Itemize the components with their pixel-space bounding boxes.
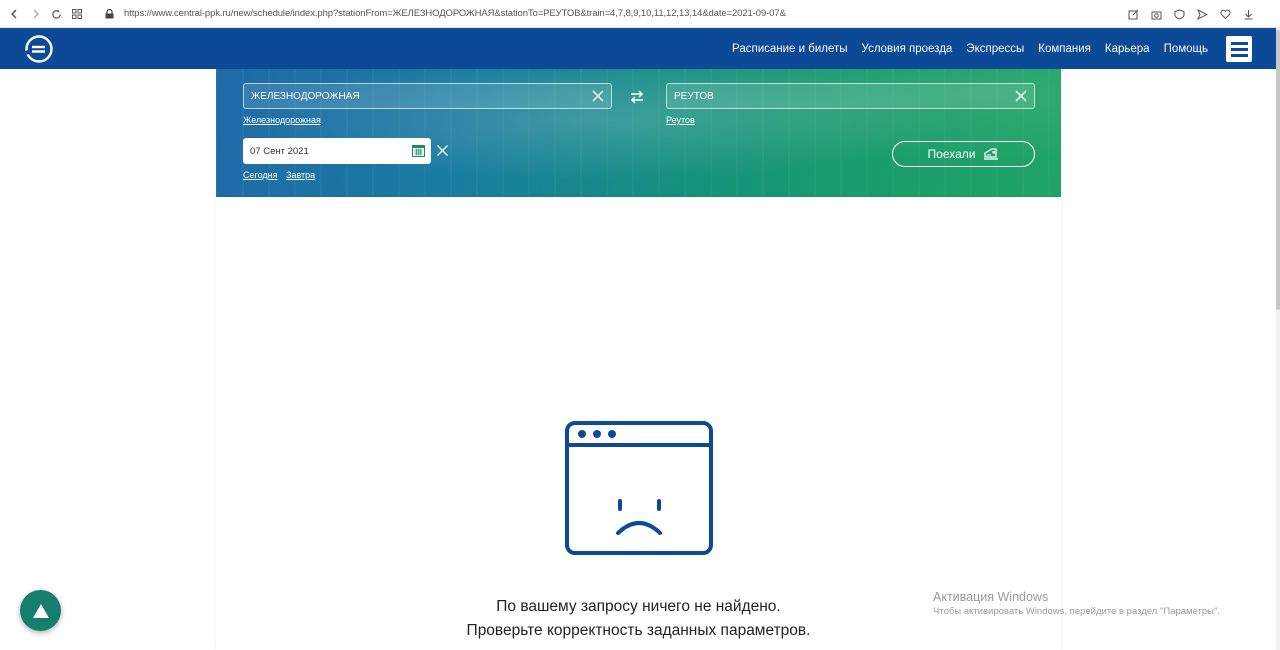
scroll-up-button[interactable] [20,590,61,631]
windows-activation-subtitle: Чтобы активировать Windows, перейдите в … [933,606,1220,617]
arrow-up-icon [32,603,49,618]
shield-icon[interactable] [1171,6,1187,22]
calendar-icon[interactable] [412,144,425,157]
send-icon[interactable] [1194,6,1210,22]
station-from-value: ЖЕЛЕЗНОДОРОЖНАЯ [251,90,360,102]
check-parameters-message: Проверьте корректность заданных параметр… [466,622,811,639]
go-button[interactable]: Поехали [892,141,1035,167]
lock-icon [101,6,117,22]
nav-schedule-tickets[interactable]: Расписание и билеты [732,43,847,55]
heart-icon[interactable] [1217,6,1233,22]
address-bar-url[interactable]: https://www.central-ppk.ru/new/schedule/… [124,8,786,19]
main-nav: Расписание и билеты Условия проезда Эксп… [732,28,1208,69]
company-logo-icon[interactable] [24,34,54,64]
reload-icon[interactable] [48,6,64,22]
tabs-grid-icon[interactable] [69,6,85,22]
windows-activation-title: Активация Windows [933,590,1049,604]
clear-to-icon[interactable] [1014,89,1028,103]
download-icon[interactable] [1240,6,1256,22]
clear-date-icon[interactable] [436,144,449,157]
nav-company[interactable]: Компания [1038,43,1091,55]
search-panel: ЖЕЛЕЗНОДОРОЖНАЯ Железнодорожная РЕУТОВ Р… [216,69,1061,197]
site-header: Расписание и билеты Условия проезда Эксп… [0,28,1280,69]
swap-stations-icon[interactable] [629,89,645,105]
sad-browser-window-icon [565,421,713,555]
tomorrow-link[interactable]: Завтра [286,170,315,180]
date-field[interactable]: 07 Сент 2021 [243,138,431,164]
station-to-field[interactable]: РЕУТОВ [666,83,1035,109]
back-icon[interactable] [6,6,22,22]
menu-icon[interactable] [1226,36,1252,62]
station-from-field[interactable]: ЖЕЛЕЗНОДОРОЖНАЯ [243,83,612,109]
edit-icon[interactable] [1125,6,1141,22]
nav-help[interactable]: Помощь [1164,43,1208,55]
nav-travel-conditions[interactable]: Условия проезда [862,43,953,55]
station-to-value: РЕУТОВ [674,90,714,102]
scrollbar-thumb[interactable] [1276,30,1280,310]
browser-extension-icons [1125,6,1256,22]
station-from-link[interactable]: Железнодорожная [243,115,321,125]
station-to-link[interactable]: Реутов [666,115,695,125]
nav-express[interactable]: Экспрессы [966,43,1024,55]
train-icon [984,148,999,160]
forward-icon[interactable] [28,6,44,22]
today-link[interactable]: Сегодня [243,170,278,180]
camera-icon[interactable] [1148,6,1164,22]
clear-from-icon[interactable] [591,89,605,103]
go-button-label: Поехали [927,147,976,161]
nav-career[interactable]: Карьера [1105,43,1150,55]
date-value: 07 Сент 2021 [250,145,309,157]
browser-toolbar: https://www.central-ppk.ru/new/schedule/… [0,0,1280,28]
